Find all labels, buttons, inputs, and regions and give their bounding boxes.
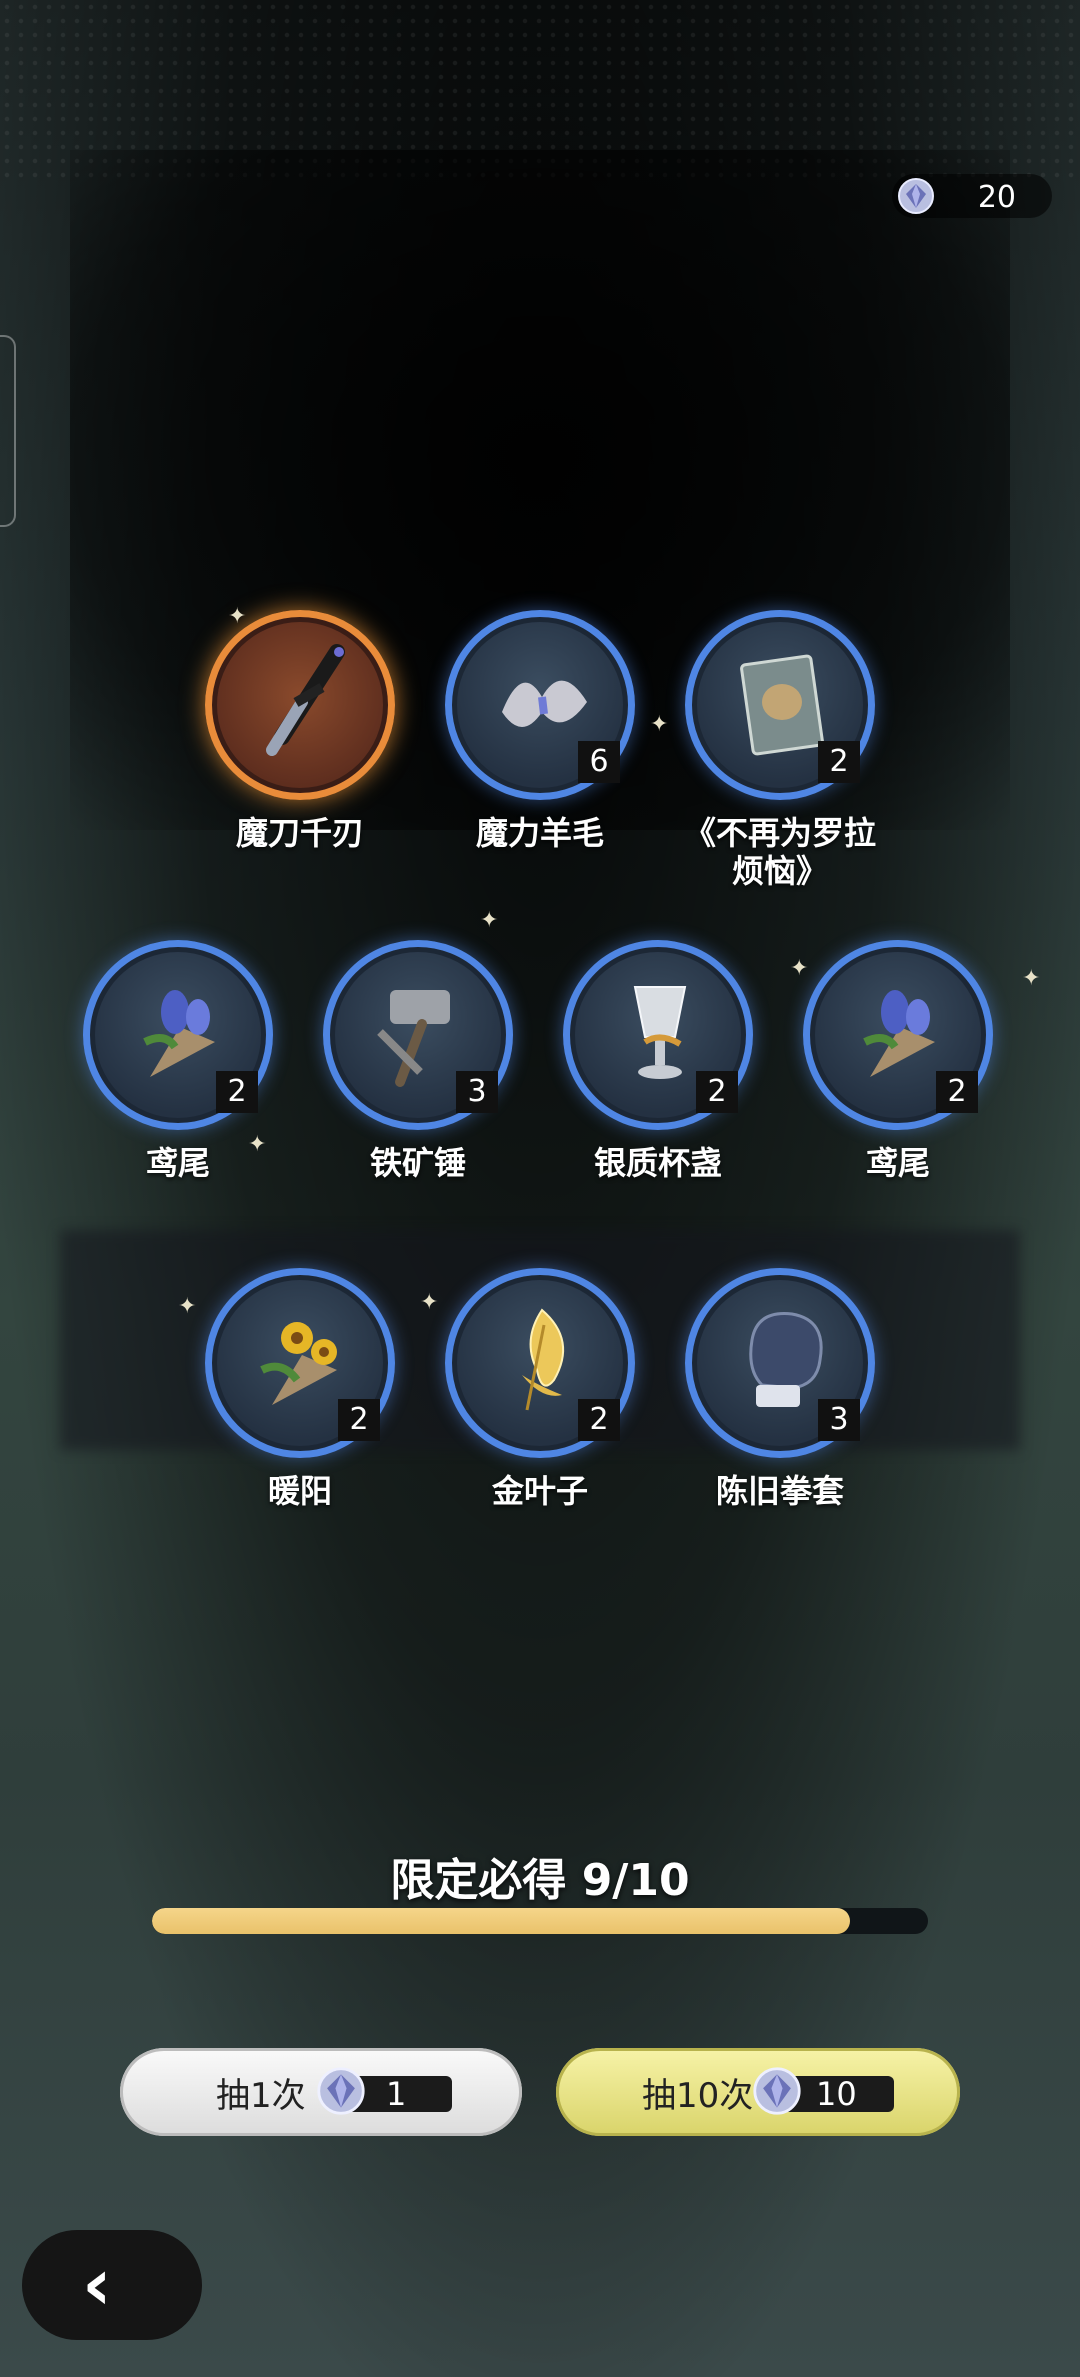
guarantee-progress-label: 限定必得 9/10	[390, 1855, 690, 1906]
sparkle-icon: ✦	[228, 604, 247, 629]
reward-name: 魔刀千刃	[235, 814, 364, 852]
back-button[interactable]: ‹	[22, 2230, 202, 2340]
crystal-gem-icon	[317, 2067, 365, 2115]
guarantee-progress-bar	[152, 1908, 928, 1934]
back-arrow-icon: ‹	[82, 2242, 112, 2326]
reward-frame: 3	[323, 940, 513, 1130]
sparkle-icon: ✦	[790, 956, 809, 981]
reward-name: 金叶子	[491, 1472, 588, 1510]
draw-ten-button[interactable]: 抽10次 10	[556, 2048, 960, 2136]
draw-one-label: 抽1次	[216, 2076, 306, 2116]
reward-count-badge: 2	[696, 1071, 738, 1113]
reward-item[interactable]: 6 魔力羊毛	[420, 610, 660, 852]
draw-one-cost-value: 1	[386, 2075, 407, 2113]
reward-name: 银质杯盏	[593, 1144, 722, 1182]
reward-name: 《不再为罗拉 烦恼》	[683, 814, 876, 890]
reward-frame: 2	[563, 940, 753, 1130]
currency-value: 20	[977, 180, 1016, 215]
guarantee-progress-fill	[152, 1908, 851, 1934]
reward-name: 铁矿锤	[369, 1144, 466, 1182]
reward-frame: 2	[685, 610, 875, 800]
crystal-gem-icon	[898, 178, 934, 214]
reward-count-badge: 3	[456, 1071, 498, 1113]
sparkle-icon: ✦	[178, 1294, 197, 1319]
reward-count-badge: 2	[578, 1399, 620, 1441]
draw-one-cost: 1	[316, 2067, 546, 2115]
currency-counter: 20	[892, 174, 1052, 218]
sparkle-icon: ✦	[650, 712, 669, 737]
reward-name: 魔力羊毛	[475, 814, 604, 852]
reward-count-badge: 2	[818, 741, 860, 783]
sparkle-icon: ✦	[480, 908, 499, 933]
draw-ten-label: 抽10次	[642, 2076, 754, 2116]
reward-count-badge: 2	[216, 1071, 258, 1113]
reward-item[interactable]: 2 《不再为罗拉 烦恼》	[660, 610, 900, 890]
sword-icon	[266, 644, 345, 756]
reward-item[interactable]: 2 金叶子	[420, 1268, 660, 1510]
reward-name: 鸢尾	[865, 1144, 930, 1182]
crystal-gem-icon	[753, 2067, 801, 2115]
reward-item[interactable]: 3 陈旧拳套	[660, 1268, 900, 1510]
reward-item[interactable]: 2 银质杯盏	[538, 940, 778, 1182]
reward-count-badge: 3	[818, 1399, 860, 1441]
reward-frame: 3	[685, 1268, 875, 1458]
reward-frame: 6	[445, 610, 635, 800]
reward-count-badge: 6	[578, 741, 620, 783]
reward-item[interactable]: 3 铁矿锤	[298, 940, 538, 1182]
reward-frame: 2	[83, 940, 273, 1130]
sparkle-icon: ✦	[420, 1290, 439, 1315]
reward-frame	[205, 610, 395, 800]
sparkle-icon: ✦	[248, 1132, 267, 1157]
reward-count-badge: 2	[936, 1071, 978, 1113]
reward-name: 暖阳	[267, 1472, 332, 1510]
reward-frame: 2	[205, 1268, 395, 1458]
reward-name: 陈旧拳套	[715, 1472, 844, 1510]
sparkle-icon: ✦	[1022, 966, 1041, 991]
reward-frame: 2	[803, 940, 993, 1130]
reward-item[interactable]: 2 鸢尾	[778, 940, 1018, 1182]
reward-frame: 2	[445, 1268, 635, 1458]
reward-count-badge: 2	[338, 1399, 380, 1441]
reward-item[interactable]: 魔刀千刃	[180, 610, 420, 852]
draw-ten-cost: 10	[752, 2067, 982, 2115]
draw-one-button[interactable]: 抽1次 1	[120, 2048, 522, 2136]
draw-ten-cost-value: 10	[816, 2075, 857, 2113]
reward-item[interactable]: 2 暖阳	[180, 1268, 420, 1510]
side-tab-handle[interactable]	[0, 335, 16, 527]
